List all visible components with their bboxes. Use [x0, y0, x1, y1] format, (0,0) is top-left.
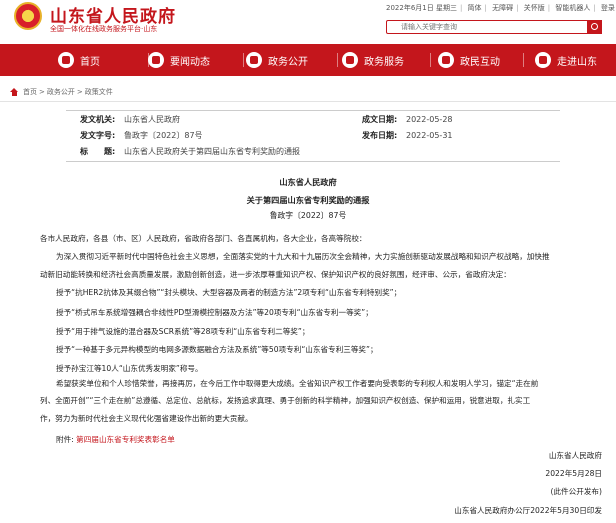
doc-no-value: 鲁政字〔2022〕87号 [124, 131, 203, 140]
document-icon [246, 52, 262, 68]
award-item: 授予“一种基于多元异构模型的电网多源数据融合方法及系统”等50项专利“山东省专利… [56, 345, 378, 354]
award-item: 授予“桥式吊车系统增强耦合非线性PD型滑模控制器及方法”等20项专利“山东省专利… [56, 308, 373, 317]
award-item: 授予“抗HER2抗体及其缀合物”“封头模块、大型容器及两者的制造方法”2项专利“… [56, 288, 402, 297]
document-number: 鲁政字〔2022〕87号 [269, 211, 347, 220]
national-emblem-icon: ★ [14, 2, 42, 30]
issuer-value: 山东省人民政府 [124, 115, 180, 124]
title-label: 标 题: [80, 147, 116, 156]
home-icon [10, 88, 19, 96]
doc-no-label: 发文字号: [80, 131, 116, 140]
nav-item-open-government[interactable]: 政务公开 [246, 44, 308, 76]
top-links: 2022年6月1日 星期三 | 简体 | 无障碍 | 关怀版 | 智能机器人 | 登录 [386, 4, 615, 12]
document-meta-box: 发文机关: 山东省人民政府 成文日期: 2022-05-28 发文字号: 鲁政字… [66, 110, 560, 162]
title-value: 山东省人民政府关于第四届山东省专利奖励的通报 [124, 147, 300, 156]
nav-label-shandong: 走进山东 [557, 56, 597, 68]
public-note: (此件公开发布) [550, 487, 603, 496]
attachment-line: 附件: 第四届山东省专利奖表彰名单 [56, 431, 616, 449]
closing-paragraph-cont: 列、全面开创”“三个走在前”总遵循、总定位、总航标，发扬追求真理、勇于创新的科学… [40, 396, 531, 405]
link-login[interactable]: 登录 [601, 4, 615, 12]
meta-row: 发文字号: 鲁政字〔2022〕87号 发布日期: 2022-05-31 [66, 129, 560, 143]
search-icon[interactable] [587, 20, 602, 34]
search-box [386, 20, 602, 34]
nav-label-news: 要闻动态 [170, 56, 210, 68]
link-accessibility[interactable]: 无障碍 [492, 4, 513, 12]
service-icon [342, 52, 358, 68]
divider [0, 101, 616, 102]
nav-separator [430, 53, 431, 67]
breadcrumb-open-government[interactable]: 政务公开 [47, 87, 75, 97]
attachment-link[interactable]: 第四届山东省专利奖表彰名单 [76, 435, 175, 444]
intro-paragraph: 为深入贯彻习近平新时代中国特色社会主义思想，全面落实党的十九大和十九届历次全会精… [56, 252, 550, 261]
nav-item-news[interactable]: 要闻动态 [148, 44, 210, 76]
written-date-label: 成文日期: [362, 115, 398, 124]
nav-item-services[interactable]: 政务服务 [342, 44, 404, 76]
signature-date: 2022年5月28日 [545, 469, 602, 478]
document-title: 关于第四届山东省专利奖励的通报 [246, 195, 370, 205]
nav-item-home[interactable]: 首页 [58, 44, 100, 76]
search-input[interactable] [387, 21, 587, 33]
location-icon [535, 52, 551, 68]
nav-item-interaction[interactable]: 政民互动 [438, 44, 500, 76]
news-icon [148, 52, 164, 68]
nav-separator [243, 53, 244, 67]
closing-paragraph: 希望获奖单位和个人珍惜荣誉，再接再厉，在今后工作中取得更大成绩。全省知识产权工作… [56, 379, 539, 388]
nav-item-shandong[interactable]: 走进山东 [535, 44, 597, 76]
signature-org: 山东省人民政府 [548, 451, 602, 460]
chat-icon [438, 52, 454, 68]
breadcrumb-separator: > [76, 88, 83, 96]
intro-paragraph-cont: 动新旧动能转换和经济社会高质量发展，激励创新创造，进一步浓厚尊重知识产权、保护知… [40, 270, 511, 279]
breadcrumb: 首页 > 政务公开 > 政策文件 [10, 87, 113, 97]
current-date: 2022年6月1日 星期三 [386, 4, 457, 12]
nav-label-services: 政务服务 [364, 56, 404, 68]
home-icon [58, 52, 74, 68]
link-robot[interactable]: 智能机器人 [555, 4, 590, 12]
link-care-version[interactable]: 关怀版 [524, 4, 545, 12]
breadcrumb-separator: > [39, 88, 45, 96]
recipients: 各市人民政府，各县（市、区）人民政府，省政府各部门、各直属机构，各大企业，各高等… [40, 234, 367, 243]
publish-date-label: 发布日期: [362, 131, 398, 140]
issuer-label: 发文机关: [80, 115, 116, 124]
nav-label-interaction: 政民互动 [460, 56, 500, 68]
meta-row: 标 题: 山东省人民政府关于第四届山东省专利奖励的通报 [66, 145, 560, 159]
link-simplified[interactable]: 简体 [468, 4, 482, 12]
footer-org: 山东省人民政府办公厅2022年5月30日印发 [454, 506, 602, 515]
nav-label-home: 首页 [80, 56, 100, 68]
award-item: 授予“用于排气设施的混合器及SCR系统”等28项专利“山东省专利二等奖”； [56, 327, 310, 336]
closing-paragraph-end: 作，努力为新时代社会主义现代化强省建设作出新的更大贡献。 [40, 414, 253, 423]
breadcrumb-policy-files[interactable]: 政策文件 [85, 87, 113, 97]
main-nav: 首页 要闻动态 政务公开 政务服务 政民互动 走进山东 [0, 44, 616, 76]
site-header: ★ 山东省人民政府 全国一体化在线政务服务平台·山东 2022年6月1日 星期三… [0, 0, 616, 44]
meta-row: 发文机关: 山东省人民政府 成文日期: 2022-05-28 [66, 113, 560, 127]
attachment-label: 附件: [56, 435, 74, 444]
nav-label-open-government: 政务公开 [268, 56, 308, 68]
document-org: 山东省人民政府 [279, 177, 337, 187]
nav-separator [337, 53, 338, 67]
written-date-value: 2022-05-28 [406, 115, 453, 124]
publish-date-value: 2022-05-31 [406, 131, 453, 140]
breadcrumb-home[interactable]: 首页 [23, 87, 37, 97]
site-subtitle: 全国一体化在线政务服务平台·山东 [50, 25, 158, 33]
nav-separator [523, 53, 524, 67]
